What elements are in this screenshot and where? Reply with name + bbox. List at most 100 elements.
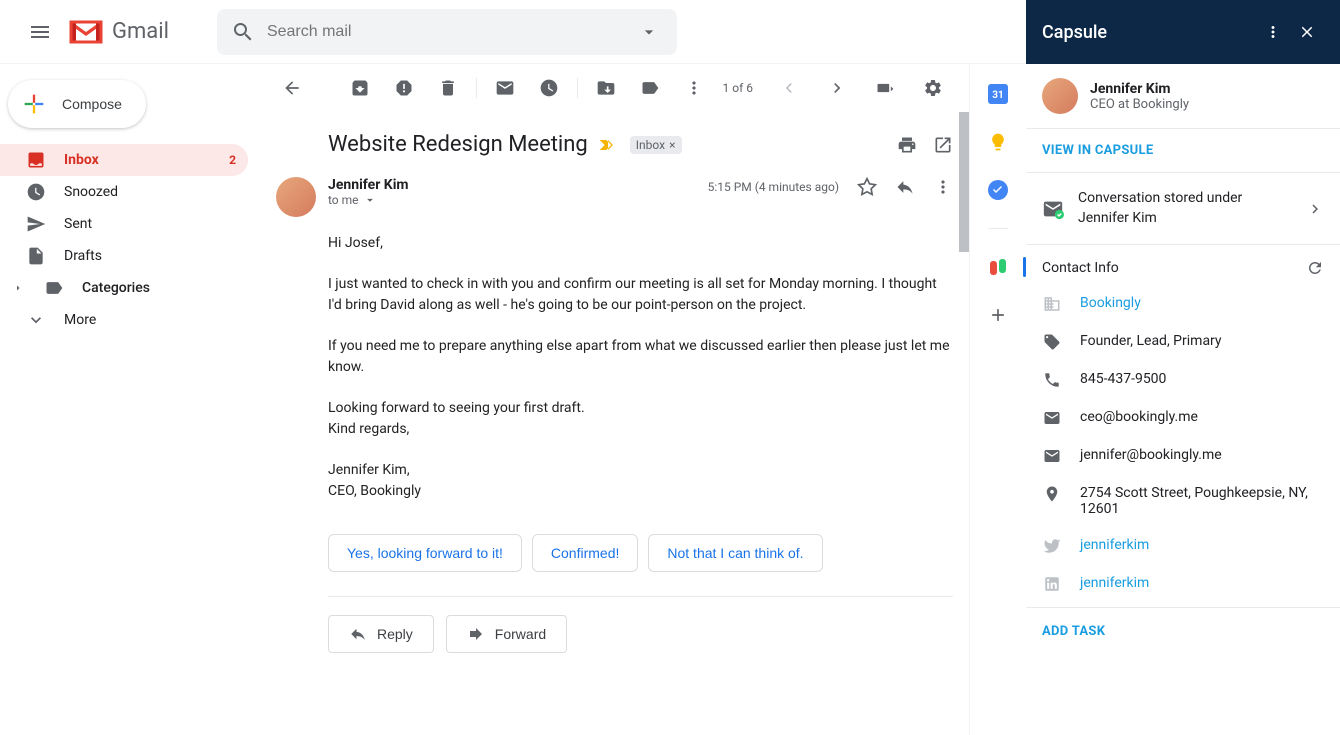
email-icon [1042, 447, 1062, 465]
remove-label-button[interactable]: × [669, 138, 675, 152]
forward-button[interactable]: Forward [446, 615, 567, 653]
clock-icon [26, 182, 46, 202]
sender-avatar[interactable] [276, 177, 316, 217]
pager-text: 1 of 6 [723, 81, 753, 95]
capsule-addon[interactable] [988, 257, 1008, 277]
recipient-dropdown[interactable]: to me [328, 193, 708, 207]
conversation-stored-row[interactable]: Conversation stored under Jennifer Kim [1026, 173, 1340, 245]
get-addons-button[interactable] [988, 305, 1008, 325]
mark-unread-button[interactable] [485, 68, 525, 108]
linkedin-link[interactable]: jenniferkim [1080, 575, 1149, 591]
smart-reply-1[interactable]: Yes, looking forward to it! [328, 534, 522, 572]
contact-info-heading: Contact Info [1042, 260, 1119, 276]
twitter-icon [1042, 537, 1062, 555]
search-icon [231, 20, 255, 44]
capsule-contact-avatar [1042, 78, 1078, 114]
capsule-menu-button[interactable] [1256, 15, 1290, 49]
capsule-contact-name: Jennifer Kim [1090, 81, 1189, 97]
search-bar[interactable] [217, 9, 677, 55]
label-chip-inbox[interactable]: Inbox × [630, 136, 682, 154]
settings-button[interactable] [913, 68, 953, 108]
spam-button[interactable] [384, 68, 424, 108]
send-icon [26, 214, 46, 234]
capsule-title: Capsule [1042, 22, 1256, 43]
smart-reply-2[interactable]: Confirmed! [532, 534, 638, 572]
more-actions-button[interactable] [674, 68, 714, 108]
email-subject: Website Redesign Meeting [328, 132, 588, 157]
chevron-right-icon [12, 282, 24, 294]
email-icon [1042, 409, 1062, 427]
refresh-button[interactable] [1306, 259, 1324, 277]
gmail-icon [68, 18, 104, 46]
capsule-close-button[interactable] [1290, 15, 1324, 49]
importance-marker-icon[interactable] [598, 137, 618, 153]
next-button[interactable] [817, 68, 857, 108]
snooze-button[interactable] [529, 68, 569, 108]
nav-sent[interactable]: Sent [0, 208, 248, 240]
contact-phone: 845-437-9500 [1080, 371, 1166, 387]
hamburger-icon [28, 20, 52, 44]
svg-text:31: 31 [992, 90, 1003, 101]
nav-categories[interactable]: Categories [0, 272, 248, 304]
linkedin-icon [1042, 575, 1062, 593]
tag-icon [1042, 333, 1062, 351]
search-options-dropdown[interactable] [635, 22, 663, 42]
nav-inbox[interactable]: Inbox 2 [0, 144, 248, 176]
chevron-right-icon [1306, 200, 1324, 218]
smart-reply-3[interactable]: Not that I can think of. [648, 534, 822, 572]
contact-email-2: jennifer@bookingly.me [1080, 447, 1222, 463]
building-icon [1042, 295, 1062, 313]
email-body: Hi Josef, I just wanted to check in with… [328, 233, 953, 502]
toolbar: 1 of 6 [256, 64, 969, 112]
move-to-button[interactable] [586, 68, 626, 108]
open-new-window-button[interactable] [933, 135, 953, 155]
compose-plus-icon [20, 90, 48, 118]
compose-button[interactable]: Compose [8, 80, 146, 128]
search-input[interactable] [267, 23, 635, 41]
draft-icon [26, 246, 46, 266]
capsule-panel: Capsule Jennifer Kim CEO at Bookingly VI… [1026, 64, 1340, 735]
calendar-addon[interactable]: 31 [988, 84, 1008, 104]
print-button[interactable] [897, 135, 917, 155]
prev-button[interactable] [769, 68, 809, 108]
labels-button[interactable] [630, 68, 670, 108]
back-button[interactable] [272, 68, 312, 108]
main-menu-button[interactable] [16, 8, 64, 56]
reply-icon [349, 625, 367, 643]
reply-icon-button[interactable] [895, 177, 915, 197]
scrollbar[interactable] [959, 112, 969, 252]
label-icon [44, 278, 64, 298]
tasks-addon[interactable] [988, 180, 1008, 200]
sender-name: Jennifer Kim [328, 177, 708, 193]
phone-icon [1042, 371, 1062, 389]
message-more-button[interactable] [933, 177, 953, 197]
chevron-down-icon [26, 310, 46, 330]
input-tools-button[interactable] [865, 68, 905, 108]
nav-drafts[interactable]: Drafts [0, 240, 248, 272]
nav-snoozed[interactable]: Snoozed [0, 176, 248, 208]
star-button[interactable] [857, 177, 877, 197]
company-link[interactable]: Bookingly [1080, 295, 1141, 311]
twitter-link[interactable]: jenniferkim [1080, 537, 1149, 553]
inbox-icon [26, 150, 46, 170]
stored-mail-icon [1042, 198, 1064, 220]
email-content: 1 of 6 Website Redesign Meeting Inbox × [256, 64, 970, 735]
sidebar: Compose Inbox 2 Snoozed Sent Drafts Cate… [0, 64, 256, 735]
contact-email-1: ceo@bookingly.me [1080, 409, 1198, 425]
view-in-capsule-link[interactable]: VIEW IN CAPSULE [1026, 129, 1340, 173]
contact-tags: Founder, Lead, Primary [1080, 333, 1222, 349]
keep-addon[interactable] [988, 132, 1008, 152]
contact-address: 2754 Scott Street, Poughkeepsie, NY, 126… [1080, 485, 1324, 517]
capsule-contact-subtitle: CEO at Bookingly [1090, 97, 1189, 112]
archive-button[interactable] [340, 68, 380, 108]
gmail-logo[interactable]: Gmail [68, 18, 169, 46]
email-timestamp: 5:15 PM (4 minutes ago) [708, 180, 839, 194]
addons-rail: 31 [970, 64, 1026, 735]
caret-down-icon [639, 22, 659, 42]
gmail-product-name: Gmail [112, 19, 169, 44]
nav-more[interactable]: More [0, 304, 248, 336]
reply-button[interactable]: Reply [328, 615, 434, 653]
delete-button[interactable] [428, 68, 468, 108]
add-task-button[interactable]: ADD TASK [1026, 607, 1340, 655]
caret-down-icon [363, 193, 377, 207]
